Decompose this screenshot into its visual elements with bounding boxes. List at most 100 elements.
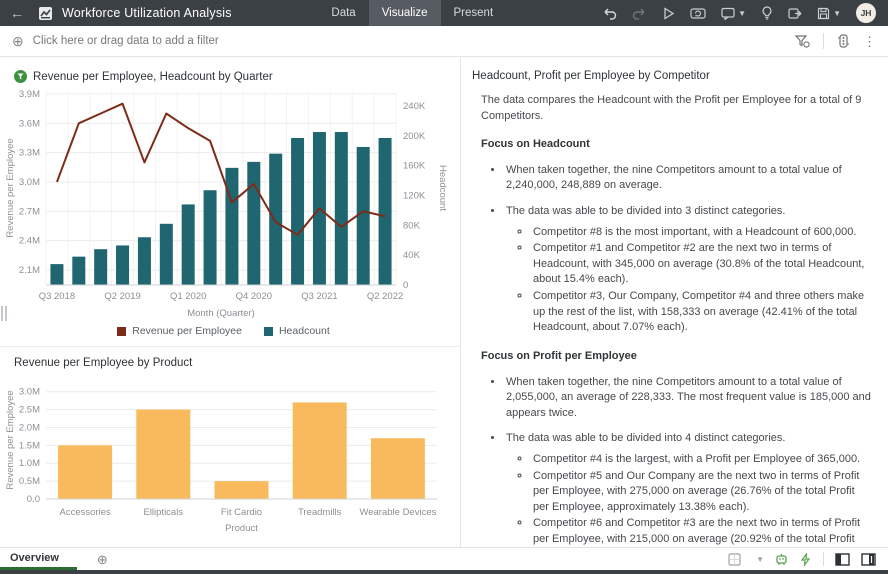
y-axis-tick: 2.0M (19, 422, 40, 433)
legend-item[interactable]: Revenue per Employee (117, 325, 242, 337)
charts-panel: Revenue per Employee, Headcount by Quart… (0, 58, 461, 547)
add-canvas-icon[interactable]: ⊕ (97, 553, 108, 566)
canvas-layout-caret-icon[interactable]: ▼ (756, 555, 764, 564)
headcount-bar[interactable] (225, 167, 239, 285)
narrative-sub-bullet: Competitor #6 and Competitor #3 are the … (531, 516, 871, 547)
right-axis-tick: 200K (403, 131, 426, 142)
bottom-right-actions: ▼ (728, 552, 876, 566)
preview-icon[interactable] (662, 6, 675, 20)
narrative-sub-bullet: Competitor #1 and Competitor #2 are the … (531, 241, 871, 288)
application-window: ← Workforce Utilization Analysis Data Vi… (0, 0, 888, 574)
narrative-panel: Headcount, Profit per Employee by Compet… (461, 58, 888, 547)
y-axis-tick: 3.0M (19, 387, 40, 398)
headcount-bar[interactable] (334, 132, 348, 285)
x-axis-tick: Q3 2018 (39, 291, 75, 302)
auto-insights-icon[interactable] (775, 553, 788, 566)
headcount-bar[interactable] (116, 245, 130, 285)
back-icon[interactable]: ← (10, 6, 24, 20)
right-axis-tick: 0 (403, 280, 408, 291)
export-icon[interactable] (788, 7, 802, 20)
chart-legend: Revenue per Employee Headcount (0, 325, 447, 337)
headcount-bar[interactable] (137, 237, 151, 285)
y-axis-tick: 1.0M (19, 458, 40, 469)
product-bar[interactable] (58, 445, 113, 499)
explain-spark-icon[interactable] (799, 552, 812, 566)
canvas: Revenue per Employee, Headcount by Quart… (0, 58, 888, 547)
combo-chart-header: Revenue per Employee, Headcount by Quart… (14, 70, 460, 83)
right-axis-title: Headcount (437, 165, 448, 211)
filter-bar[interactable]: ⊕ Click here or drag data to add a filte… (0, 26, 888, 57)
product-bar[interactable] (214, 481, 269, 499)
right-axis-tick: 120K (403, 190, 426, 201)
combo-chart[interactable]: 2.1M 2.4M 2.7M 3.0M 3.3M 3.6M 3.9M 0 40K 80K 120K 1… (2, 85, 449, 323)
narrative-section-heading: Focus on Headcount (481, 138, 590, 151)
comments-icon[interactable]: ▼ (721, 7, 746, 20)
left-axis-title: Revenue per Employee (5, 138, 16, 237)
filter-bar-hint[interactable]: Click here or drag data to add a filter (33, 35, 219, 47)
undo-icon[interactable] (602, 7, 617, 20)
toolbar-actions: ▼ ▼ JH (602, 3, 876, 23)
narrative-body: The data compares the Headcount with the… (481, 93, 871, 547)
tab-data[interactable]: Data (318, 0, 368, 26)
x-axis-tick: Q2 2019 (104, 291, 140, 302)
bar-chart-header: Revenue per Employee by Product (14, 357, 460, 369)
narrative-bullet-list: When taken together, the nine Competitor… (481, 163, 868, 336)
workbook-icon (38, 6, 53, 21)
headcount-bar[interactable] (94, 249, 108, 285)
toggle-left-pane-icon[interactable] (835, 552, 850, 566)
headcount-bar[interactable] (356, 146, 370, 285)
y-axis-tick: 0.5M (19, 476, 40, 487)
canvas-tab-overview[interactable]: Overview (0, 548, 77, 570)
add-filter-icon[interactable]: ⊕ (12, 34, 24, 48)
left-axis-tick: 3.0M (19, 177, 40, 188)
headcount-bar[interactable] (159, 223, 173, 285)
headcount-bar[interactable] (50, 264, 64, 285)
headcount-bar[interactable] (269, 153, 283, 285)
limit-values-filter-icon[interactable] (794, 34, 810, 48)
toggle-right-pane-icon[interactable] (861, 552, 876, 566)
x-axis-tick: Q3 2021 (301, 291, 337, 302)
product-bar[interactable] (370, 438, 425, 499)
applied-filter-icon[interactable] (14, 70, 27, 83)
headcount-bar[interactable] (378, 138, 392, 285)
bar-chart-title: Revenue per Employee by Product (14, 357, 193, 369)
headcount-bar[interactable] (181, 204, 195, 285)
left-axis-tick: 3.9M (19, 89, 40, 100)
x-axis-tick: Fit Cardio (221, 507, 262, 518)
narrative-section-heading: Focus on Profit per Employee (481, 349, 637, 362)
user-avatar[interactable]: JH (856, 3, 876, 23)
left-axis-tick: 2.1M (19, 265, 40, 276)
right-axis-tick: 160K (403, 161, 426, 172)
x-axis-tick: Q2 2022 (367, 291, 403, 302)
save-caret-icon[interactable]: ▼ (833, 9, 841, 18)
data-settings-icon[interactable] (837, 34, 850, 48)
right-axis-tick: 240K (403, 101, 426, 112)
product-bar[interactable] (136, 409, 191, 499)
insights-bulb-icon[interactable] (761, 6, 773, 20)
legend-swatch (117, 326, 127, 336)
headcount-bar[interactable] (291, 138, 305, 285)
narrative-bullet-list: When taken together, the nine Competitor… (481, 375, 871, 547)
tab-present[interactable]: Present (441, 0, 507, 26)
narrative-sub-list: Competitor #4 is the largest, with a Pro… (506, 452, 876, 547)
filter-bar-menu-icon[interactable]: ⋮ (863, 35, 876, 48)
legend-item[interactable]: Headcount (263, 325, 330, 337)
headcount-bar[interactable] (203, 190, 217, 285)
refresh-data-icon[interactable] (690, 7, 706, 20)
panel-resize-handle[interactable] (1, 306, 7, 321)
product-bar[interactable] (292, 402, 347, 499)
workbook-title: Workforce Utilization Analysis (62, 6, 232, 20)
redo-icon[interactable] (632, 7, 647, 20)
product-bar-chart[interactable]: 0.0 0.5M 1.0M 1.5M 2.0M 2.5M 3.0M Accessories El… (2, 371, 449, 537)
narrative-sub-bullet: Competitor #4 is the largest, with a Pro… (531, 452, 871, 468)
headcount-bar[interactable] (247, 161, 261, 285)
bottom-bar-divider (823, 552, 824, 566)
legend-swatch (263, 326, 273, 336)
tab-visualize[interactable]: Visualize (368, 0, 441, 26)
x-axis-tick: Wearable Devices (359, 507, 436, 518)
canvas-layout-icon[interactable] (728, 552, 742, 566)
comments-caret-icon[interactable]: ▼ (738, 9, 746, 18)
headcount-bar[interactable] (72, 256, 86, 285)
x-axis-tick: Accessories (59, 507, 110, 518)
save-icon[interactable]: ▼ (817, 7, 841, 20)
